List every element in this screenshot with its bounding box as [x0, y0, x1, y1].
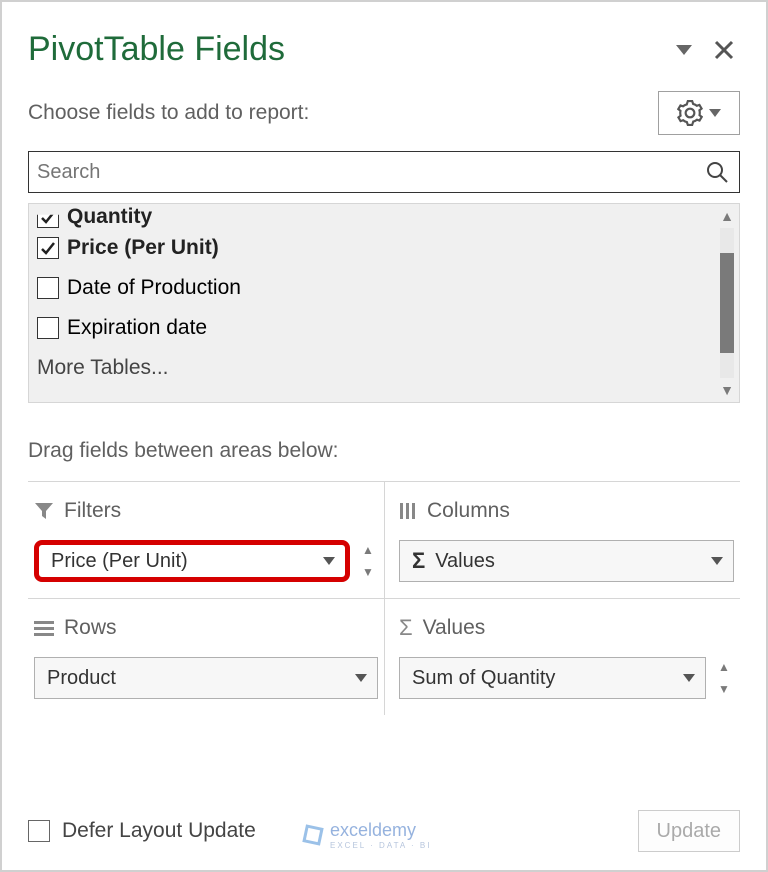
chevron-down-icon: [711, 557, 723, 565]
search-input[interactable]: [35, 160, 705, 185]
filters-area[interactable]: Filters Price (Per Unit) ▲ ▼: [28, 481, 384, 598]
chip-label: Product: [47, 667, 116, 690]
gear-icon: [677, 100, 703, 126]
columns-icon: [399, 502, 417, 520]
field-label: Quantity: [67, 205, 152, 229]
checkbox-date-production[interactable]: [37, 277, 59, 299]
rows-icon: [34, 620, 54, 636]
scroll-track[interactable]: [720, 228, 734, 378]
field-expiration-date[interactable]: Expiration date: [33, 308, 711, 348]
chip-label: Sum of Quantity: [412, 667, 555, 690]
columns-area[interactable]: Columns Σ Values: [384, 481, 740, 598]
field-label: Date of Production: [67, 276, 241, 300]
fields-scrollbar[interactable]: ▲ ▼: [715, 204, 739, 402]
update-label: Update: [657, 820, 722, 843]
choose-fields-label: Choose fields to add to report:: [28, 101, 658, 125]
filter-icon: [34, 501, 54, 521]
checkbox-expiration[interactable]: [37, 317, 59, 339]
search-icon: [705, 160, 729, 184]
columns-chip-values[interactable]: Σ Values: [399, 540, 734, 582]
close-button[interactable]: [708, 34, 740, 66]
chip-label: Values: [435, 550, 495, 573]
check-icon: [40, 209, 56, 225]
values-scroll-up[interactable]: ▲: [714, 659, 734, 675]
filters-scroll-down[interactable]: ▼: [358, 564, 378, 580]
columns-title: Columns: [427, 499, 510, 523]
field-label: Price (Per Unit): [67, 236, 219, 260]
drag-areas-label: Drag fields between areas below:: [2, 413, 766, 481]
values-chip-sum-quantity[interactable]: Sum of Quantity: [399, 657, 706, 699]
chevron-down-icon: [355, 674, 367, 682]
field-price-per-unit[interactable]: Price (Per Unit): [33, 228, 711, 268]
search-box[interactable]: [28, 151, 740, 193]
scroll-down-icon[interactable]: ▼: [720, 378, 734, 402]
filters-scroll-up[interactable]: ▲: [358, 542, 378, 558]
watermark-icon: [302, 824, 324, 846]
scroll-thumb[interactable]: [720, 253, 734, 353]
watermark: exceldemy EXCEL · DATA · BI: [302, 820, 431, 850]
scroll-up-icon[interactable]: ▲: [720, 204, 734, 228]
watermark-sub: EXCEL · DATA · BI: [330, 841, 431, 850]
chevron-down-icon: [323, 557, 335, 565]
field-date-of-production[interactable]: Date of Production: [33, 268, 711, 308]
sigma-icon: Σ: [412, 548, 425, 574]
chevron-down-icon: [709, 109, 721, 117]
values-scroll-down[interactable]: ▼: [714, 681, 734, 697]
check-icon: [40, 240, 56, 256]
rows-area[interactable]: Rows Product: [28, 598, 384, 715]
fields-list: Quantity Price (Per Unit) Date of Produc…: [28, 203, 740, 403]
pane-title: PivotTable Fields: [28, 30, 660, 69]
defer-layout-checkbox[interactable]: [28, 820, 50, 842]
rows-title: Rows: [64, 616, 117, 640]
checkbox-quantity[interactable]: [37, 206, 59, 228]
pivottable-fields-pane: PivotTable Fields Choose fields to add t…: [0, 0, 768, 872]
chevron-down-icon: [683, 674, 695, 682]
update-button[interactable]: Update: [638, 810, 741, 852]
watermark-text: exceldemy: [330, 820, 416, 840]
values-title: Values: [423, 616, 486, 640]
values-area[interactable]: Σ Values Sum of Quantity ▲ ▼: [384, 598, 740, 715]
checkbox-price[interactable]: [37, 237, 59, 259]
field-quantity[interactable]: Quantity: [33, 206, 711, 228]
filters-chip-price[interactable]: Price (Per Unit): [34, 540, 350, 582]
field-label: Expiration date: [67, 316, 207, 340]
rows-chip-product[interactable]: Product: [34, 657, 378, 699]
layout-options-button[interactable]: [658, 91, 740, 135]
options-dropdown-button[interactable]: [668, 34, 700, 66]
close-icon: [714, 40, 734, 60]
chip-label: Price (Per Unit): [51, 550, 188, 573]
sigma-icon: Σ: [399, 615, 413, 641]
more-tables-link[interactable]: More Tables...: [33, 348, 711, 384]
filters-title: Filters: [64, 499, 121, 523]
